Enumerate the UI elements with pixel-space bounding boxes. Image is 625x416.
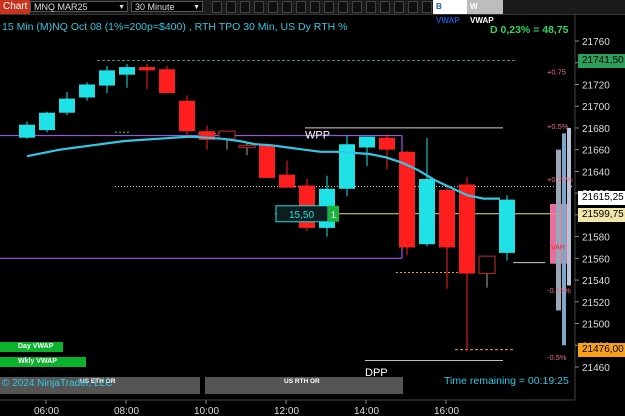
price-badge-3: 21476,00: [578, 342, 625, 357]
profile-bar-light: [567, 127, 571, 286]
legend-wkly-vwap-label: Wkly VWAP: [18, 358, 57, 365]
candle-body: [459, 184, 475, 274]
legend-wkly-vwap: Wkly VWAP: [0, 357, 86, 367]
candle-body: [59, 98, 75, 113]
candle-body: [439, 189, 455, 248]
x-tick-label-0: 06:00: [34, 406, 59, 416]
y-tick-label-11: 21540: [582, 276, 610, 287]
percent-label-1: +0.5%: [547, 122, 569, 131]
percent-label-2: +0.25%: [547, 175, 573, 184]
candle-body: [179, 100, 195, 132]
range-badge-label: 1: [331, 210, 336, 220]
price-badge-0: 21741,50: [578, 54, 625, 69]
candle-body: [99, 70, 115, 86]
y-tick-label-6: 21640: [582, 167, 610, 178]
percent-label-4: -0.5%: [547, 353, 567, 362]
candle-body: [339, 144, 355, 189]
profile-bar-blue: [562, 133, 566, 346]
candle-body: [359, 136, 375, 148]
percent-label-3: -0.25%: [547, 286, 571, 295]
vah-label: VAH: [551, 245, 565, 252]
price-chart[interactable]: US ETH OR US RTH OR+0.75+0.5%+0.25%-0.25%…: [0, 0, 625, 416]
copyright-text: © 2024 NinjaTrader, LLC: [2, 378, 113, 389]
x-tick-label-4: 14:00: [354, 406, 379, 416]
y-tick-label-5: 21660: [582, 146, 610, 157]
candle-body: [259, 145, 275, 178]
dpp-label: DPP: [365, 367, 388, 379]
candle-body: [139, 67, 155, 71]
range-box-label: 15,50: [289, 210, 314, 221]
x-tick-label-2: 10:00: [194, 406, 219, 416]
y-tick-label-0: 21760: [582, 37, 610, 48]
price-badge-2: 21599,75: [578, 208, 625, 223]
candle-body: [379, 137, 395, 150]
percent-label-0: +0.75: [547, 67, 566, 76]
candle-body: [478, 255, 496, 275]
candle-body: [19, 124, 35, 138]
x-tick-label-3: 12:00: [274, 406, 299, 416]
candle-body: [79, 84, 95, 98]
candle-body: [39, 112, 55, 131]
y-tick-label-2: 21720: [582, 80, 610, 91]
candle-body: [499, 199, 515, 253]
y-tick-label-15: 21460: [582, 363, 610, 374]
price-badge-1: 21615,25: [578, 191, 625, 206]
x-tick-label-5: 16:00: [434, 406, 459, 416]
legend-day-vwap: Day VWAP: [0, 342, 63, 352]
candle-body: [119, 67, 135, 75]
candle-body: [159, 69, 175, 94]
wpp-label: WPP: [305, 129, 330, 141]
candle-body: [279, 174, 295, 188]
y-tick-label-3: 21700: [582, 102, 610, 113]
rth-session-label: US RTH OR: [284, 378, 320, 385]
time-remaining-text: Time remaining = 00:19:25: [444, 375, 569, 387]
y-tick-label-9: 21580: [582, 233, 610, 244]
candle-body: [238, 144, 256, 149]
y-tick-label-12: 21520: [582, 298, 610, 309]
x-tick-label-1: 08:00: [114, 406, 139, 416]
y-tick-label-4: 21680: [582, 124, 610, 135]
y-tick-label-13: 21500: [582, 320, 610, 331]
y-tick-label-10: 21560: [582, 254, 610, 265]
legend-day-vwap-label: Day VWAP: [18, 343, 54, 350]
candle-body: [419, 179, 435, 245]
